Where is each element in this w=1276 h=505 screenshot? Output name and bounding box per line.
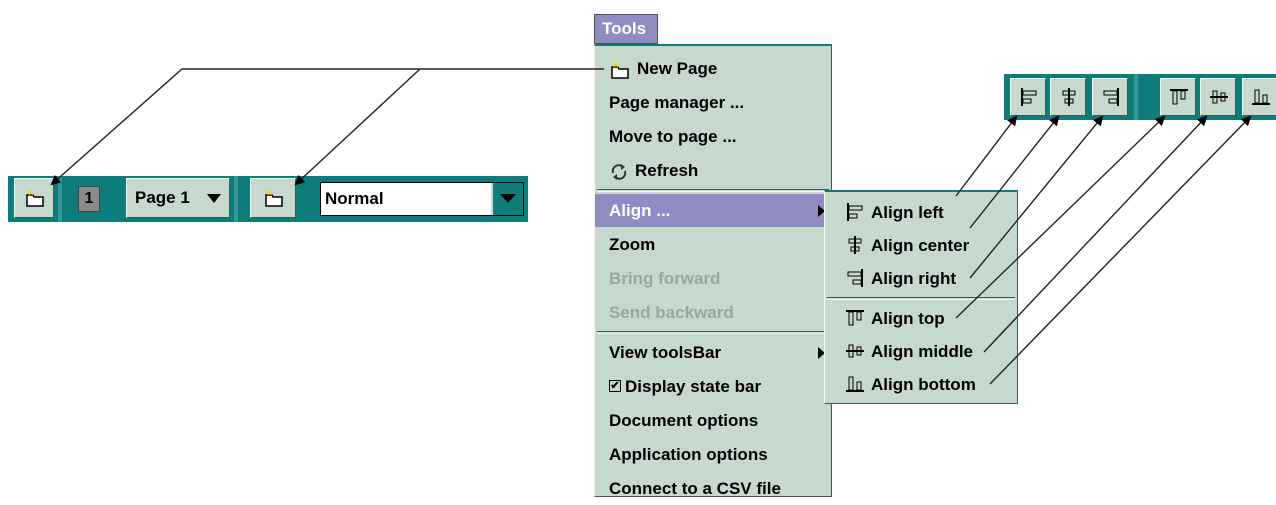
menu-item-label: Bring forward — [609, 269, 721, 288]
submenu-item-label: Align middle — [871, 342, 973, 361]
align-middle-button[interactable] — [1200, 78, 1236, 116]
menu-item-connect-csv[interactable]: Connect to a CSV file — [595, 472, 831, 505]
menu-separator — [597, 189, 829, 192]
align-center-icon — [1062, 88, 1076, 106]
menu-item-zoom[interactable]: Zoom — [595, 228, 831, 261]
align-middle-icon — [846, 344, 864, 358]
refresh-icon — [611, 163, 627, 180]
chevron-down-icon — [207, 194, 221, 203]
menu-item-label: New Page — [637, 59, 718, 78]
toolbar-separator — [58, 176, 62, 222]
menu-item-label: Page manager ... — [609, 93, 745, 112]
align-right-icon — [1103, 88, 1119, 106]
annotation-arrow — [955, 115, 1018, 197]
align-top-button[interactable] — [1160, 78, 1196, 116]
align-toolbar — [1004, 74, 1276, 120]
page-select-value: Page 1 — [135, 188, 190, 207]
menu-item-document-options[interactable]: Document options — [595, 404, 831, 437]
submenu-item-label: Align bottom — [871, 375, 976, 394]
align-left-button[interactable] — [1010, 78, 1046, 116]
submenu-item-label: Align left — [871, 203, 944, 222]
menu-item-label: Send backward — [609, 303, 734, 322]
new-page-button[interactable] — [14, 178, 54, 218]
menu-item-label: Document options — [609, 411, 759, 430]
menu-item-refresh[interactable]: Refresh — [595, 154, 831, 187]
zoom-select[interactable]: Normal — [320, 182, 524, 216]
new-page-icon — [265, 189, 283, 207]
menu-item-label: Move to page ... — [609, 127, 737, 146]
align-left-icon — [847, 202, 863, 221]
submenu-item-label: Align center — [871, 236, 970, 255]
submenu-item-align-left[interactable]: Align left — [825, 196, 1017, 229]
annotation-arrow — [50, 68, 604, 186]
align-top-icon — [846, 309, 864, 326]
menu-item-label: Refresh — [635, 161, 699, 180]
align-bottom-icon — [1252, 89, 1270, 105]
checkbox-checked-icon[interactable]: ✔ — [609, 379, 621, 392]
new-page-icon — [26, 189, 44, 207]
submenu-item-align-middle[interactable]: Align middle — [825, 335, 1017, 368]
menu-item-send-backward: Send backward — [595, 296, 831, 329]
tools-menu-title[interactable]: Tools — [594, 14, 658, 44]
toolbar-separator — [234, 176, 238, 222]
menu-item-page-manager[interactable]: Page manager ... — [595, 86, 831, 119]
submenu-item-align-top[interactable]: Align top — [825, 302, 1017, 335]
menu-separator — [597, 331, 829, 334]
menu-item-label: Connect to a CSV file — [609, 479, 781, 498]
align-top-icon — [1170, 89, 1188, 105]
menu-item-label: Display state bar — [625, 377, 762, 396]
page-toolbar: 1 Page 1 Normal — [8, 176, 528, 222]
new-page-icon — [611, 60, 629, 79]
menu-item-align[interactable]: Align ... — [595, 194, 831, 227]
align-right-icon — [847, 268, 863, 287]
menu-item-view-toolsbar[interactable]: View toolsBar — [595, 336, 831, 369]
zoom-select-value: Normal — [325, 189, 384, 208]
align-middle-icon — [1210, 90, 1228, 104]
menu-item-move-to-page[interactable]: Move to page ... — [595, 120, 831, 153]
submenu-item-align-right[interactable]: Align right — [825, 262, 1017, 295]
chevron-down-icon[interactable] — [491, 183, 523, 215]
submenu-item-label: Align right — [871, 269, 956, 288]
tools-menu: New Page Page manager ... Move to page .… — [594, 44, 832, 498]
menu-item-label: View toolsBar — [609, 343, 722, 362]
submenu-item-align-center[interactable]: Align center — [825, 229, 1017, 262]
menu-item-bring-forward: Bring forward — [595, 262, 831, 295]
menu-item-display-state-bar[interactable]: ✔ Display state bar — [595, 370, 831, 403]
menu-item-application-options[interactable]: Application options — [595, 438, 831, 471]
align-center-button[interactable] — [1050, 78, 1086, 116]
menu-item-label: Align ... — [609, 201, 671, 220]
submenu-item-align-bottom[interactable]: Align bottom — [825, 368, 1017, 401]
align-center-icon — [848, 235, 862, 254]
toolbar-separator — [1134, 74, 1138, 120]
align-submenu: Align left Align center Align right Alig… — [824, 190, 1018, 404]
align-bottom-icon — [846, 376, 864, 392]
submenu-item-label: Align top — [871, 309, 945, 328]
page-select[interactable]: Page 1 — [126, 178, 230, 218]
annotation-arrow — [989, 115, 1252, 385]
menu-item-label: Application options — [609, 445, 768, 464]
align-left-icon — [1021, 88, 1037, 106]
page-number-indicator: 1 — [78, 186, 100, 212]
menu-item-new-page[interactable]: New Page — [595, 52, 831, 85]
menu-separator — [827, 297, 1015, 300]
annotation-arrow — [294, 68, 421, 186]
menu-item-label: Zoom — [609, 235, 656, 254]
align-right-button[interactable] — [1092, 78, 1128, 116]
align-bottom-button[interactable] — [1242, 78, 1276, 116]
new-page-button-2[interactable] — [250, 178, 296, 218]
